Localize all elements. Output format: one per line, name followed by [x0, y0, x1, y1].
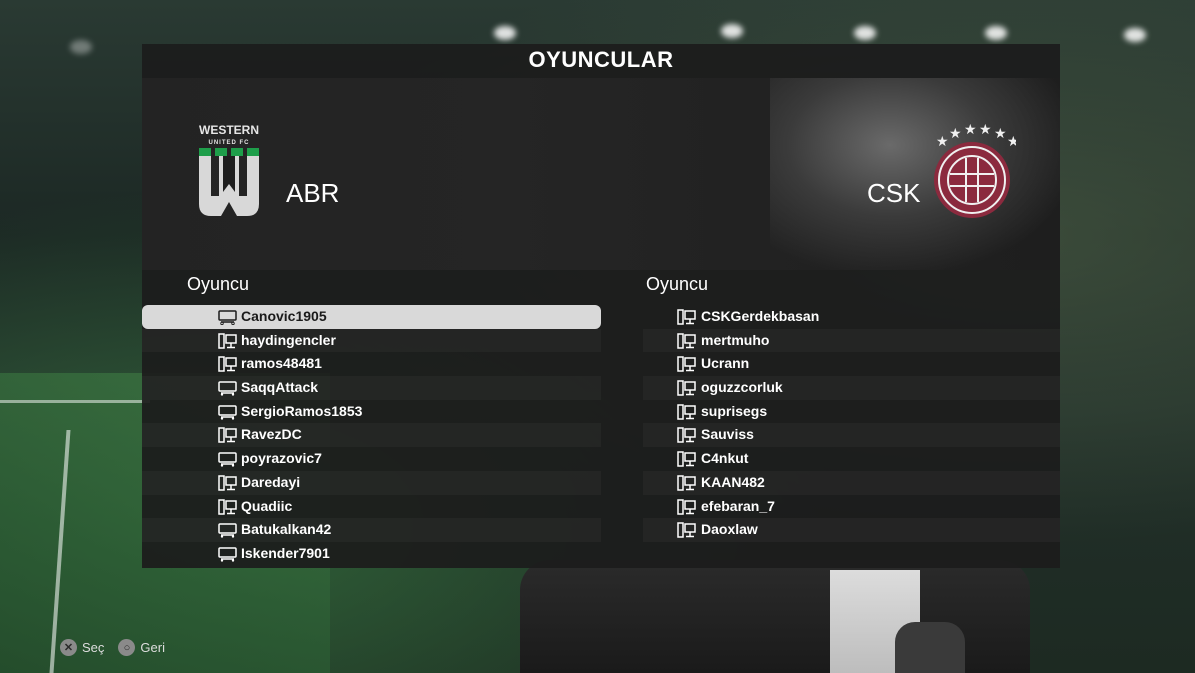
pitch-line — [0, 400, 150, 403]
away-player-row[interactable]: CSKGerdekbasan — [643, 305, 1060, 329]
home-team-name: ABR — [286, 178, 340, 208]
svg-text:★: ★ — [936, 134, 949, 150]
pc-icon — [218, 498, 237, 515]
console-icon — [218, 546, 237, 562]
player-name: efebaran_7 — [701, 497, 775, 514]
svg-text:★: ★ — [979, 124, 992, 138]
player-name: Iskender7901 — [241, 544, 330, 561]
pc-icon — [677, 475, 696, 491]
pc-icon — [677, 332, 696, 349]
console-icon — [218, 309, 237, 326]
home-player-row[interactable]: SaqqAttack — [142, 376, 601, 400]
svg-text:★: ★ — [949, 126, 962, 142]
players-panel: OYUNCULAR WESTERN UNITED FC ABR CSK ★ ★ … — [142, 44, 1060, 568]
player-name: Canovic1905 — [241, 308, 327, 324]
player-name: C4nkut — [701, 450, 749, 467]
console-icon — [218, 522, 237, 538]
pc-icon — [218, 475, 237, 491]
player-name: ramos48481 — [241, 355, 322, 372]
home-player-row[interactable]: Quadiic — [142, 495, 601, 519]
home-player-row[interactable]: ramos48481 — [142, 352, 601, 376]
pc-icon — [677, 522, 696, 538]
player-name: CSKGerdekbasan — [701, 308, 820, 324]
home-player-row[interactable]: haydingencler — [142, 329, 601, 353]
away-player-row[interactable]: Ucrann — [643, 352, 1060, 376]
pc-icon — [677, 309, 696, 325]
player-name: Sauviss — [701, 426, 754, 443]
away-team-name: CSK — [867, 178, 921, 208]
console-icon — [218, 451, 237, 467]
svg-text:★: ★ — [994, 126, 1007, 142]
pc-icon — [218, 427, 237, 444]
pc-icon — [218, 356, 237, 373]
crest-subtext: UNITED FC — [209, 140, 250, 146]
away-column-header: Oyuncu — [646, 274, 709, 294]
player-name: poyrazovic7 — [241, 450, 322, 467]
away-team-crest: ★ ★ ★ ★ ★ ★ — [930, 122, 1020, 220]
home-player-row[interactable]: Iskender7901 — [142, 542, 601, 566]
home-player-row[interactable]: RavezDC — [142, 423, 601, 447]
console-icon — [218, 404, 237, 420]
footer-hints: ✕ Seç ○ Geri — [60, 639, 165, 656]
home-player-row[interactable]: Daredayi — [142, 471, 601, 495]
back-label: Geri — [140, 640, 165, 655]
away-player-row[interactable]: mertmuho — [643, 329, 1060, 353]
crest-text: WESTERN — [199, 123, 259, 137]
console-icon — [218, 380, 237, 396]
away-player-row[interactable]: suprisegs — [643, 400, 1060, 424]
pc-icon — [677, 356, 696, 373]
pc-icon — [677, 380, 696, 396]
background-microphone — [895, 622, 965, 673]
home-player-row[interactable]: Batukalkan42 — [142, 518, 601, 542]
pc-icon — [218, 332, 237, 349]
circle-button-icon: ○ — [118, 639, 136, 656]
player-name: SaqqAttack — [241, 379, 319, 396]
away-player-list: CSKGerdekbasan mertmuho Ucrann oguzzcorluk s… — [643, 305, 1060, 542]
player-name: suprisegs — [701, 402, 768, 419]
player-name: oguzzcorluk — [701, 379, 783, 396]
pc-icon — [677, 451, 696, 467]
player-name: KAAN482 — [701, 473, 765, 490]
coach-image — [770, 78, 1060, 270]
player-name: Batukalkan42 — [241, 521, 332, 538]
select-label: Seç — [82, 640, 105, 655]
select-hint[interactable]: ✕ Seç — [60, 639, 104, 656]
page-title: OYUNCULAR — [528, 47, 674, 72]
away-player-row[interactable]: efebaran_7 — [643, 495, 1060, 519]
svg-text:★: ★ — [964, 124, 977, 138]
player-name: Daredayi — [241, 473, 301, 490]
pc-icon — [677, 404, 696, 420]
pc-icon — [677, 427, 696, 444]
away-player-row[interactable]: Daoxlaw — [643, 518, 1060, 542]
player-name: haydingencler — [241, 331, 336, 348]
away-player-row[interactable]: C4nkut — [643, 447, 1060, 471]
home-player-row[interactable]: SergioRamos1853 — [142, 400, 601, 424]
home-column-header: Oyuncu — [187, 274, 250, 294]
player-name: mertmuho — [701, 331, 770, 348]
away-player-row[interactable]: KAAN482 — [643, 471, 1060, 495]
away-player-row[interactable]: Sauviss — [643, 423, 1060, 447]
svg-text:★: ★ — [1007, 134, 1016, 150]
pc-icon — [677, 498, 696, 515]
away-player-row[interactable]: oguzzcorluk — [643, 376, 1060, 400]
cross-button-icon: ✕ — [60, 639, 77, 656]
player-name: Daoxlaw — [701, 521, 758, 538]
home-player-row[interactable]: Canovic1905 — [142, 305, 601, 329]
back-hint[interactable]: ○ Geri — [118, 639, 165, 656]
home-player-row[interactable]: poyrazovic7 — [142, 447, 601, 471]
home-player-list: Canovic1905 haydingencler ramos48481 SaqqAt… — [142, 305, 601, 566]
teams-banner — [142, 78, 1060, 270]
home-team-crest: WESTERN UNITED FC — [197, 122, 261, 218]
player-name: Quadiic — [241, 497, 293, 514]
player-name: SergioRamos1853 — [241, 402, 363, 419]
player-name: RavezDC — [241, 426, 302, 443]
player-name: Ucrann — [701, 355, 750, 372]
